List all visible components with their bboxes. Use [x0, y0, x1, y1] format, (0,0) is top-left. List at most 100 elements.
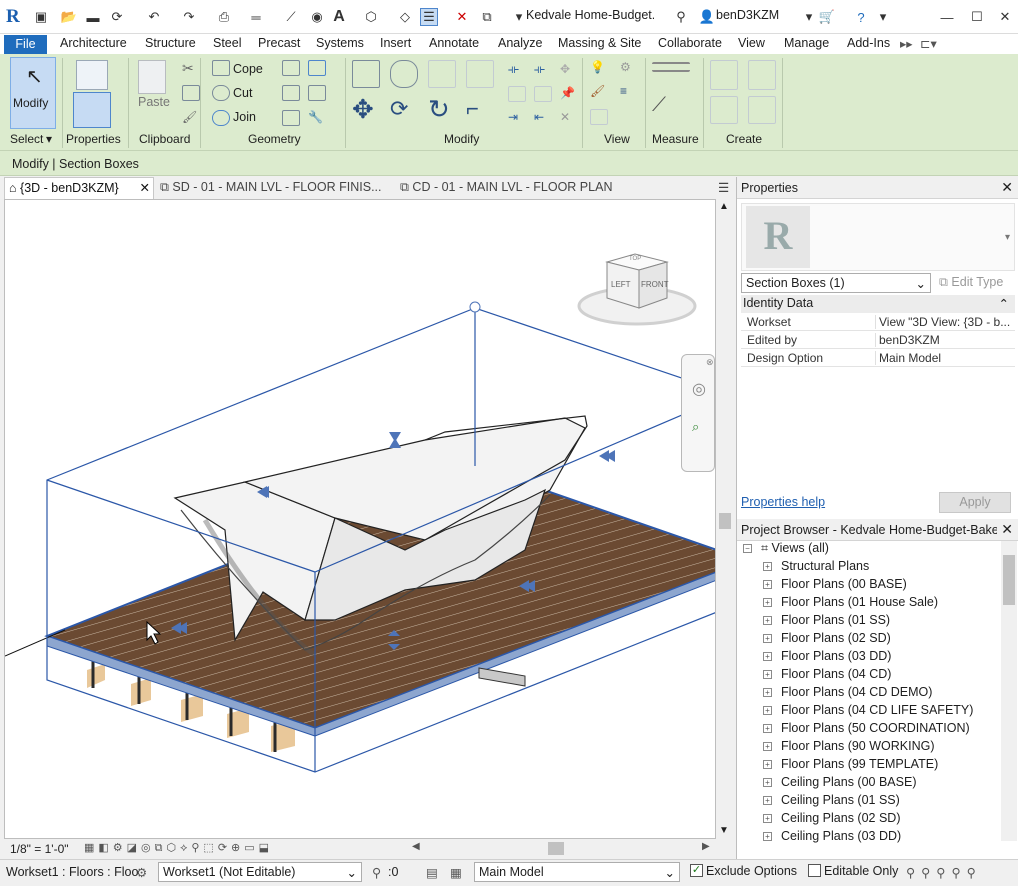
property-row[interactable]: Workset View "3D View: {3D - b...: [741, 313, 1015, 331]
h-scroll-thumb[interactable]: [548, 842, 564, 855]
print-icon[interactable]: ⎙: [215, 8, 233, 26]
exclude-options-checkbox[interactable]: ✓: [690, 864, 703, 877]
create-similar-icon[interactable]: [748, 96, 776, 124]
expand-icon[interactable]: +: [763, 598, 772, 608]
join-label[interactable]: Join: [233, 110, 256, 124]
view-misc-icon[interactable]: [590, 109, 608, 125]
tab-collaborate[interactable]: Collaborate: [658, 36, 722, 50]
tab-add-ins[interactable]: Add-Ins: [847, 36, 890, 50]
expand-icon[interactable]: +: [763, 724, 772, 734]
user-dropdown-icon[interactable]: ▾: [800, 8, 818, 26]
match-type-icon[interactable]: 🖌: [182, 110, 200, 126]
viewcube-left-label[interactable]: LEFT: [611, 280, 631, 289]
expand-icon[interactable]: +: [763, 616, 772, 626]
scroll-left-icon[interactable]: ◀: [412, 841, 420, 852]
scroll-thumb[interactable]: [719, 513, 731, 529]
trim-multiple-icon[interactable]: ⇥: [508, 110, 526, 126]
view-tab-cd[interactable]: ⧉ CD - 01 - MAIN LVL - FLOOR PLAN: [400, 177, 620, 199]
type-properties-icon[interactable]: [76, 60, 108, 90]
create-group-icon[interactable]: [710, 96, 738, 124]
browser-tree-item[interactable]: + Floor Plans (03 DD): [763, 649, 891, 663]
create-parts-icon[interactable]: [748, 60, 776, 90]
section-icon[interactable]: ◇: [396, 8, 414, 26]
expand-icon[interactable]: +: [763, 562, 772, 572]
editing-requests-icon[interactable]: ⚲: [372, 865, 381, 880]
thin-lines-icon[interactable]: ☰: [420, 8, 438, 26]
unpin-icon[interactable]: ✥: [560, 62, 578, 78]
user-name[interactable]: benD3KZM: [716, 8, 779, 22]
vertical-scrollbar[interactable]: ▲ ▼: [716, 199, 734, 839]
view-control-icons[interactable]: ▦◧⚙◪◎⧉⬡⟡⚲⬚⟳⊕▭⬓: [84, 841, 404, 857]
zoom-icon[interactable]: ⌕: [692, 419, 699, 435]
maximize-icon[interactable]: ☐: [968, 8, 986, 26]
mirror-draw-icon[interactable]: [466, 60, 494, 88]
tab-architecture[interactable]: Architecture: [60, 36, 127, 50]
select-dropdown-icon[interactable]: ▾: [46, 132, 52, 146]
browser-tree-item[interactable]: + Floor Plans (90 WORKING): [763, 739, 935, 753]
viewcube[interactable]: LEFT FRONT TOP: [577, 252, 699, 326]
tag-icon[interactable]: ◉: [308, 8, 326, 26]
expand-icon[interactable]: +: [763, 580, 772, 590]
scroll-up-icon[interactable]: ▲: [719, 201, 729, 212]
trim-extend-icon[interactable]: ⌐: [466, 96, 479, 122]
browser-tree-item[interactable]: + Ceiling Plans (03 DD): [763, 829, 901, 843]
tab-steel[interactable]: Steel: [213, 36, 242, 50]
paint-icon[interactable]: [282, 60, 300, 76]
scroll-down-icon[interactable]: ▼: [719, 825, 729, 836]
binoculars-icon[interactable]: ⚲: [672, 8, 690, 26]
revit-logo-icon[interactable]: R: [6, 6, 24, 27]
filter-icon[interactable]: ≡: [620, 84, 638, 100]
align-icon[interactable]: [352, 60, 380, 88]
mirror-axis-icon[interactable]: [428, 60, 456, 88]
browser-tree-item[interactable]: + Floor Plans (00 BASE): [763, 577, 907, 591]
property-row[interactable]: Design Option Main Model: [741, 349, 1015, 367]
offset-icon[interactable]: [390, 60, 418, 88]
type-selector[interactable]: Section Boxes (1) ⌄: [741, 273, 931, 293]
open-icon[interactable]: 📂: [60, 8, 78, 26]
browser-tree-item[interactable]: + Floor Plans (01 House Sale): [763, 595, 938, 609]
expand-icon[interactable]: +: [763, 688, 772, 698]
3d-viewport[interactable]: LEFT FRONT TOP ◎ ⌕ ⊗: [4, 199, 716, 839]
user-icon[interactable]: 👤: [698, 8, 716, 26]
expand-icon[interactable]: +: [763, 634, 772, 644]
measure-angle-icon[interactable]: ⟋: [652, 94, 690, 120]
close-browser-icon[interactable]: ✕: [1001, 521, 1013, 538]
view-tab-sd[interactable]: ⧉ SD - 01 - MAIN LVL - FLOOR FINIS...: [160, 177, 390, 199]
close-nav-icon[interactable]: ⊗: [706, 357, 714, 368]
close-properties-icon[interactable]: ✕: [1001, 179, 1013, 196]
cut-geometry-icon[interactable]: [212, 85, 230, 101]
workset-selector[interactable]: Workset1 (Not Editable) ⌄: [158, 862, 362, 882]
property-value[interactable]: benD3KZM: [875, 333, 1011, 347]
trim-single-icon[interactable]: ⇤: [534, 110, 552, 126]
expand-icon[interactable]: +: [763, 778, 772, 788]
tab-menu-icon[interactable]: ☰: [718, 177, 732, 199]
paste-label[interactable]: Paste: [138, 95, 170, 109]
properties-help-link[interactable]: Properties help: [741, 495, 825, 509]
tab-systems[interactable]: Systems: [316, 36, 364, 50]
property-value[interactable]: Main Model: [875, 351, 1011, 365]
browser-tree-item[interactable]: + Floor Plans (50 COORDINATION): [763, 721, 970, 735]
active-option-icon[interactable]: ▦: [450, 865, 462, 880]
tab-structure[interactable]: Structure: [145, 36, 196, 50]
save-icon[interactable]: ▬: [84, 8, 102, 26]
close-hidden-icon[interactable]: ✕: [453, 8, 471, 26]
browser-tree-item[interactable]: + Ceiling Plans (00 BASE): [763, 775, 916, 789]
minimize-icon[interactable]: —: [938, 8, 956, 26]
split-gap-icon[interactable]: ⟛: [534, 62, 552, 78]
help-dropdown-icon[interactable]: ▾: [874, 8, 892, 26]
ribbon-toggle-icon[interactable]: ⊏▾: [920, 36, 937, 51]
browser-tree-item[interactable]: + Structural Plans: [763, 559, 869, 573]
type-dropdown-icon[interactable]: ▾: [1005, 232, 1010, 243]
tab-file[interactable]: File: [4, 35, 47, 54]
delete-icon[interactable]: ✕: [560, 110, 578, 126]
copy-icon[interactable]: [182, 85, 200, 101]
scroll-right-icon[interactable]: ▶: [702, 841, 710, 852]
scale-icon[interactable]: [534, 86, 552, 102]
tab-massing-site[interactable]: Massing & Site: [558, 36, 641, 50]
browser-tree-item[interactable]: + Floor Plans (01 SS): [763, 613, 890, 627]
steering-wheel-icon[interactable]: ◎: [692, 379, 706, 399]
browser-tree-item[interactable]: + Floor Plans (04 CD LIFE SAFETY): [763, 703, 973, 717]
tab-analyze[interactable]: Analyze: [498, 36, 542, 50]
browser-tree-item[interactable]: + Floor Plans (99 TEMPLATE): [763, 757, 938, 771]
tab-annotate[interactable]: Annotate: [429, 36, 479, 50]
